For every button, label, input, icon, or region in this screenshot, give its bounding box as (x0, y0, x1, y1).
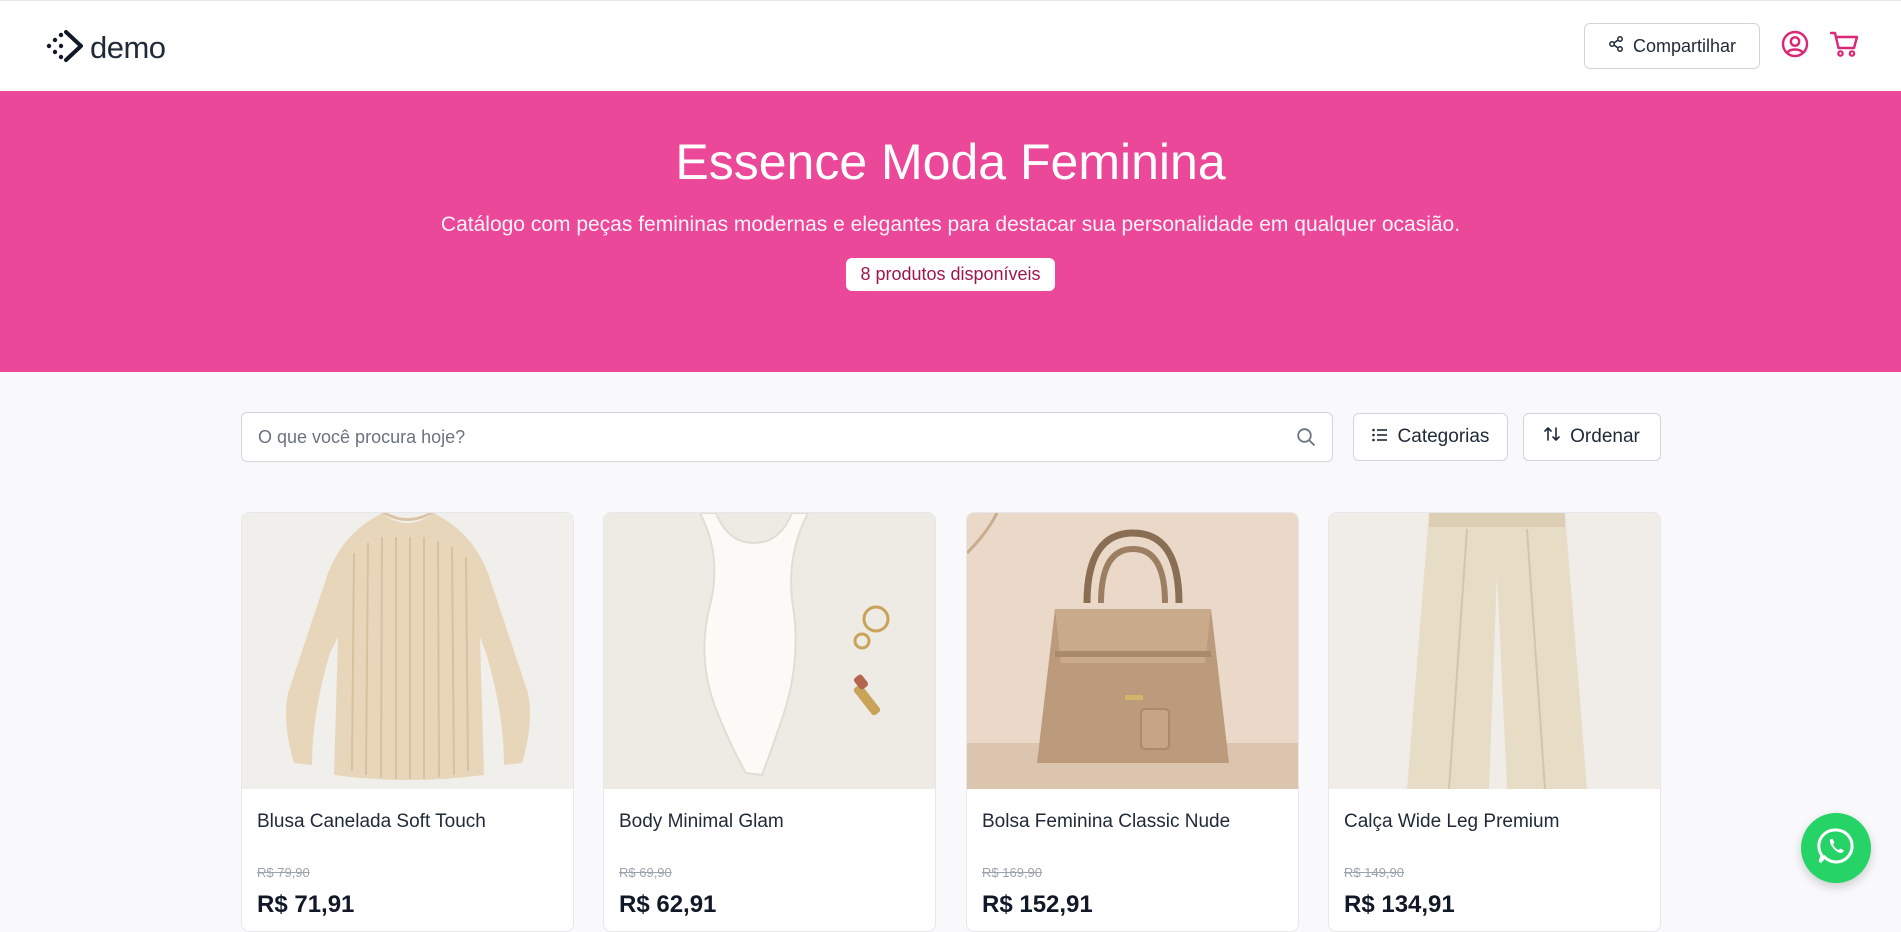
product-price: R$ 152,91 (982, 891, 1093, 918)
product-name: Body Minimal Glam (619, 811, 784, 832)
search-icon[interactable] (1296, 427, 1316, 447)
logo-arrow-icon (46, 29, 84, 68)
share-icon (1608, 35, 1624, 57)
search-field[interactable] (241, 412, 1333, 462)
logo-text: demo (90, 30, 166, 65)
product-old-price: R$ 169,90 (982, 865, 1042, 880)
share-button-label: Compartilhar (1632, 35, 1737, 56)
product-price: R$ 134,91 (1344, 891, 1455, 918)
store-title: Essence Moda Feminina (675, 134, 1226, 190)
product-card[interactable]: Body Minimal Glam R$ 69,90 R$ 62,91 (603, 512, 936, 932)
product-price: R$ 62,91 (619, 891, 717, 918)
product-card[interactable]: Calça Wide Leg Premium R$ 149,90 R$ 134,… (1328, 512, 1661, 932)
product-count-badge: 8 produtos disponíveis (846, 258, 1055, 291)
product-old-price: R$ 79,90 (257, 865, 310, 880)
store-hero-banner: Essence Moda Feminina Catálogo com peças… (0, 91, 1901, 372)
product-name: Bolsa Feminina Classic Nude (982, 811, 1231, 832)
product-card[interactable]: Bolsa Feminina Classic Nude R$ 169,90 R$… (966, 512, 1299, 932)
product-name: Blusa Canelada Soft Touch (257, 811, 486, 832)
product-old-price: R$ 69,90 (619, 865, 672, 880)
whatsapp-icon (1816, 826, 1856, 871)
cart-icon (1829, 30, 1860, 63)
sort-button[interactable]: Ordenar (1523, 413, 1661, 461)
user-circle-icon (1781, 30, 1809, 63)
list-icon (1371, 426, 1388, 448)
product-name: Calça Wide Leg Premium (1344, 811, 1560, 832)
product-card[interactable]: Blusa Canelada Soft Touch R$ 79,90 R$ 71… (241, 512, 574, 932)
product-image-wide-leg-pants (1329, 513, 1660, 789)
top-header: demo Compartilhar (0, 0, 1901, 91)
sort-arrows-icon (1544, 426, 1560, 448)
product-price: R$ 71,91 (257, 891, 355, 918)
brand-logo[interactable]: demo (46, 29, 166, 68)
categories-button-label: Categorias (1397, 426, 1490, 447)
whatsapp-button[interactable] (1801, 813, 1871, 883)
product-old-price: R$ 149,90 (1344, 865, 1404, 880)
share-button[interactable]: Compartilhar (1584, 23, 1760, 69)
sort-button-label: Ordenar (1570, 426, 1640, 447)
product-image-ribbed-sweater (242, 513, 573, 789)
search-input[interactable] (243, 414, 1273, 460)
store-description: Catálogo com peças femininas modernas e … (440, 213, 1461, 236)
cart-button[interactable] (1829, 30, 1860, 63)
product-image-nude-handbag (967, 513, 1298, 789)
product-image-white-bodysuit (604, 513, 935, 789)
categories-button[interactable]: Categorias (1353, 413, 1508, 461)
account-button[interactable] (1780, 30, 1810, 63)
